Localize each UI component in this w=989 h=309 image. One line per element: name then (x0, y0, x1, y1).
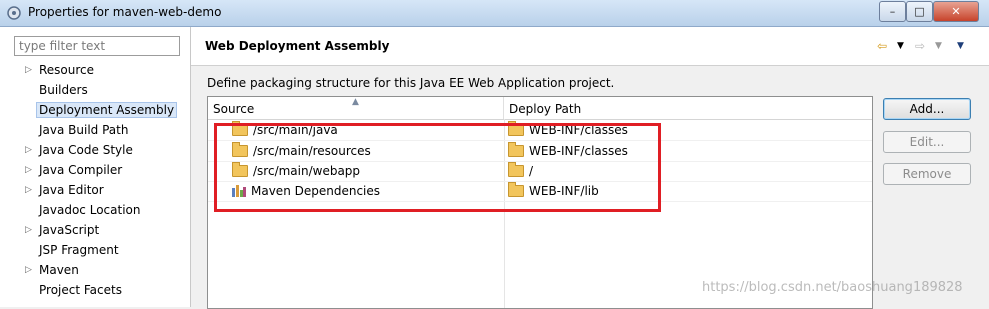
page-header: Web Deployment Assembly ⇦ ▼ ⇨ ▼ ▼ (191, 27, 989, 66)
sidebar-item-label: Deployment Assembly (36, 102, 178, 118)
sidebar-item-java-editor[interactable]: ▷ Java Editor (0, 180, 190, 200)
filter-input[interactable] (14, 36, 180, 56)
properties-window-icon (7, 6, 21, 20)
add-button[interactable]: Add... (883, 98, 971, 120)
table-header: Source ▲ Deploy Path (208, 97, 872, 120)
sidebar: ▷ Resource Builders Deployment Assembly J… (0, 27, 191, 307)
column-header-label: Source (213, 102, 255, 116)
sidebar-item-builders[interactable]: Builders (0, 80, 190, 100)
sidebar-item-deployment-assembly[interactable]: Deployment Assembly (0, 100, 190, 120)
page-description: Define packaging structure for this Java… (207, 76, 615, 90)
column-header-deploy-path[interactable]: Deploy Path (504, 97, 872, 119)
edit-button[interactable]: Edit... (883, 131, 971, 153)
sidebar-tree: ▷ Resource Builders Deployment Assembly J… (0, 60, 190, 300)
maximize-icon: □ (914, 5, 925, 18)
menu-icon[interactable]: ▼ (957, 41, 964, 51)
expand-arrow-icon[interactable]: ▷ (25, 220, 32, 240)
expand-arrow-icon[interactable]: ▷ (25, 60, 32, 80)
sidebar-item-label: Project Facets (39, 283, 122, 297)
sidebar-item-javascript[interactable]: ▷ JavaScript (0, 220, 190, 240)
watermark: https://blog.csdn.net/baoshuang189828 (702, 280, 963, 295)
sidebar-item-jsp-fragment[interactable]: JSP Fragment (0, 240, 190, 260)
column-header-source[interactable]: Source ▲ (208, 97, 504, 119)
sidebar-item-label: Java Code Style (39, 143, 133, 157)
sidebar-item-java-compiler[interactable]: ▷ Java Compiler (0, 160, 190, 180)
sidebar-item-java-build-path[interactable]: Java Build Path (0, 120, 190, 140)
dropdown-icon[interactable]: ▼ (935, 41, 942, 51)
sort-ascending-icon: ▲ (352, 97, 359, 107)
close-button[interactable]: ✕ (933, 1, 979, 22)
forward-arrow-icon[interactable]: ⇨ (915, 39, 925, 53)
sidebar-item-resource[interactable]: ▷ Resource (0, 60, 190, 80)
remove-button[interactable]: Remove (883, 163, 971, 185)
sidebar-item-maven[interactable]: ▷ Maven (0, 260, 190, 280)
title-bar: Properties for maven-web-demo – □ ✕ (0, 0, 989, 27)
close-icon: ✕ (951, 5, 961, 18)
sidebar-item-label: Resource (39, 63, 95, 77)
sidebar-item-label: Java Editor (39, 183, 104, 197)
highlight-box (214, 123, 661, 212)
sidebar-item-java-code-style[interactable]: ▷ Java Code Style (0, 140, 190, 160)
back-arrow-icon[interactable]: ⇦ (877, 39, 887, 53)
sidebar-item-javadoc-location[interactable]: Javadoc Location (0, 200, 190, 220)
minimize-icon: – (889, 5, 896, 18)
sidebar-item-label: Builders (39, 83, 88, 97)
page-title: Web Deployment Assembly (205, 39, 390, 53)
minimize-button[interactable]: – (879, 1, 906, 22)
sidebar-item-label: Java Compiler (39, 163, 123, 177)
sidebar-item-project-facets[interactable]: Project Facets (0, 280, 190, 300)
sidebar-item-label: JSP Fragment (39, 243, 119, 257)
maximize-button[interactable]: □ (906, 1, 933, 22)
dropdown-icon[interactable]: ▼ (897, 41, 904, 51)
column-header-label: Deploy Path (509, 102, 582, 116)
expand-arrow-icon[interactable]: ▷ (25, 140, 32, 160)
sidebar-item-label: Java Build Path (39, 123, 129, 137)
expand-arrow-icon[interactable]: ▷ (25, 160, 32, 180)
window-title: Properties for maven-web-demo (28, 5, 222, 19)
sidebar-item-label: JavaScript (39, 223, 100, 237)
sidebar-item-label: Maven (39, 263, 79, 277)
expand-arrow-icon[interactable]: ▷ (25, 180, 32, 200)
sidebar-item-label: Javadoc Location (39, 203, 141, 217)
expand-arrow-icon[interactable]: ▷ (25, 260, 32, 280)
